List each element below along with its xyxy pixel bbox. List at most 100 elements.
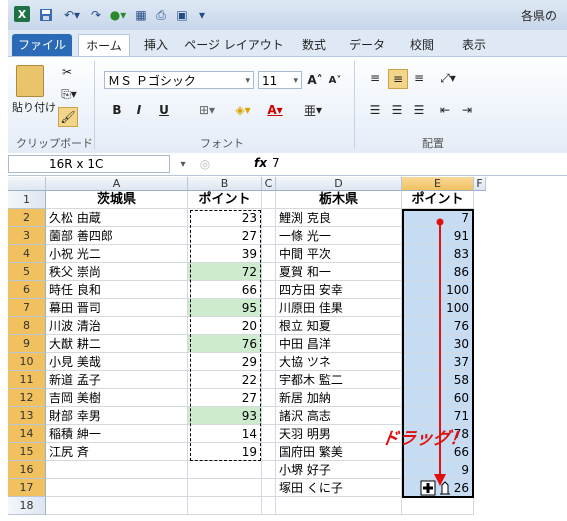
tab-home[interactable]: ホーム [78, 34, 130, 57]
name-box[interactable]: 16R x 1C [8, 155, 170, 173]
column-header-a[interactable]: A [46, 177, 188, 191]
tab-file[interactable]: ファイル [12, 34, 72, 56]
cell[interactable] [262, 353, 276, 371]
cell-name-ibaraki[interactable]: 財部 幸男 [46, 407, 188, 425]
cell[interactable] [262, 245, 276, 263]
font-grow-button[interactable]: A ˄ [306, 71, 324, 89]
cell-name-tochigi[interactable]: 中田 昌洋 [276, 335, 402, 353]
row-header[interactable]: 7 [8, 299, 46, 317]
cell-points-ibaraki[interactable] [188, 479, 262, 497]
cell-points-ibaraki[interactable]: 22 [188, 371, 262, 389]
font-shrink-button[interactable]: A ˅ [326, 71, 344, 89]
cell-points-ibaraki[interactable]: 27 [188, 389, 262, 407]
row-header[interactable]: 8 [8, 317, 46, 335]
cell-name-ibaraki[interactable]: 江尻 斉 [46, 443, 188, 461]
cell-name-ibaraki[interactable]: 川波 清治 [46, 317, 188, 335]
row-header[interactable]: 5 [8, 263, 46, 281]
cell-points-ibaraki[interactable]: 72 [188, 263, 262, 281]
cell-name-tochigi[interactable]: 大協 ツネ [276, 353, 402, 371]
cell-name-ibaraki[interactable]: 幕田 晋司 [46, 299, 188, 317]
tab-view[interactable]: 表示 [454, 34, 494, 56]
header-cell-points-b[interactable]: ポイント [188, 191, 262, 209]
font-name-select[interactable]: ＭＳ Ｐゴシック ▾ [104, 71, 254, 89]
increase-indent-icon[interactable]: ⇥ [458, 101, 476, 119]
align-left-icon[interactable]: ☰ [366, 101, 384, 119]
cell-name-ibaraki[interactable]: 吉岡 美樹 [46, 389, 188, 407]
cell-name-ibaraki[interactable]: 新道 孟子 [46, 371, 188, 389]
ruby-button[interactable]: 亜 ▾ [300, 101, 326, 119]
cell-name-ibaraki[interactable]: 薗部 善四郎 [46, 227, 188, 245]
row-header[interactable]: 13 [8, 407, 46, 425]
cell-name-tochigi[interactable]: 四方田 安幸 [276, 281, 402, 299]
decrease-indent-icon[interactable]: ⇤ [436, 101, 454, 119]
cell[interactable] [262, 479, 276, 497]
cell[interactable] [262, 227, 276, 245]
cell-points-ibaraki[interactable]: 95 [188, 299, 262, 317]
cell-points-ibaraki[interactable]: 93 [188, 407, 262, 425]
align-center-icon[interactable]: ☰ [388, 101, 406, 119]
tab-formulas[interactable]: 数式 [294, 34, 334, 56]
align-top-icon[interactable]: ≡ [366, 69, 384, 87]
cell-name-tochigi[interactable]: 一條 光一 [276, 227, 402, 245]
circle-icon[interactable]: ●▾ [108, 6, 128, 24]
cell[interactable] [262, 209, 276, 227]
cell-name-tochigi[interactable]: 小堺 好子 [276, 461, 402, 479]
format-painter-icon[interactable]: 🖌 [58, 107, 78, 127]
align-middle-icon[interactable]: ≡ [388, 69, 408, 89]
cell-points-ibaraki[interactable]: 29 [188, 353, 262, 371]
cell-name-tochigi[interactable]: 中間 平次 [276, 245, 402, 263]
bold-button[interactable]: B [108, 101, 126, 119]
copy-icon[interactable]: ⎘▾ [58, 85, 80, 103]
undo-icon[interactable]: ↶▾ [60, 6, 84, 24]
cell-points-ibaraki[interactable] [188, 461, 262, 479]
cell-points-ibaraki[interactable] [188, 497, 262, 515]
row-header[interactable]: 17 [8, 479, 46, 497]
header-cell-prefecture-d[interactable]: 栃木県 [276, 191, 402, 209]
row-header[interactable]: 18 [8, 497, 46, 515]
row-header[interactable]: 3 [8, 227, 46, 245]
font-color-button[interactable]: A ▾ [262, 101, 288, 119]
cell-points-ibaraki[interactable]: 76 [188, 335, 262, 353]
cell-name-ibaraki[interactable] [46, 479, 188, 497]
column-header-f[interactable]: F [474, 177, 486, 191]
cell[interactable] [262, 497, 276, 515]
italic-button[interactable]: I [130, 101, 148, 119]
cell[interactable] [262, 281, 276, 299]
grid-icon[interactable]: ▦ [133, 6, 149, 24]
row-header[interactable]: 1 [8, 191, 46, 209]
border-icon[interactable]: ⊞▾ [194, 101, 220, 119]
cell-name-ibaraki[interactable]: 小見 美哉 [46, 353, 188, 371]
row-header[interactable]: 9 [8, 335, 46, 353]
cell-name-ibaraki[interactable]: 稲積 紳一 [46, 425, 188, 443]
column-header-b[interactable]: B [188, 177, 262, 191]
customize-qa-icon[interactable]: ▾ [194, 6, 210, 24]
redo-icon[interactable]: ↷ [88, 6, 104, 24]
cell-name-ibaraki[interactable] [46, 497, 188, 515]
cell-points-ibaraki[interactable]: 19 [188, 443, 262, 461]
row-header[interactable]: 10 [8, 353, 46, 371]
tab-page-layout[interactable]: ページ レイアウト [184, 34, 284, 56]
cell-name-ibaraki[interactable]: 秩父 崇尚 [46, 263, 188, 281]
tab-data[interactable]: データ [344, 34, 390, 56]
orientation-icon[interactable]: ⤢▾ [436, 69, 460, 87]
cell-points-ibaraki[interactable]: 20 [188, 317, 262, 335]
row-header[interactable]: 4 [8, 245, 46, 263]
cell-name-tochigi[interactable]: 根立 知夏 [276, 317, 402, 335]
column-header-e[interactable]: E [402, 177, 474, 191]
row-header[interactable]: 12 [8, 389, 46, 407]
cell-points-ibaraki[interactable]: 23 [188, 209, 262, 227]
cell[interactable] [262, 317, 276, 335]
paste-button[interactable]: 貼り付け [10, 99, 58, 115]
fill-color-icon[interactable]: ◈▾ [230, 101, 256, 119]
cut-icon[interactable]: ✂ [58, 63, 76, 81]
cell[interactable] [262, 461, 276, 479]
cell-points-ibaraki[interactable]: 66 [188, 281, 262, 299]
header-cell-prefecture-a[interactable]: 茨城県 [46, 191, 188, 209]
cell-name-ibaraki[interactable]: 時任 良和 [46, 281, 188, 299]
cell-name-ibaraki[interactable]: 久松 由蔵 [46, 209, 188, 227]
row-header[interactable]: 15 [8, 443, 46, 461]
excel-logo-icon[interactable]: X [14, 6, 30, 22]
cell-name-tochigi[interactable]: 鯉渕 克良 [276, 209, 402, 227]
cell-points-ibaraki[interactable]: 39 [188, 245, 262, 263]
cell-name-tochigi[interactable]: 諸沢 高志 [276, 407, 402, 425]
